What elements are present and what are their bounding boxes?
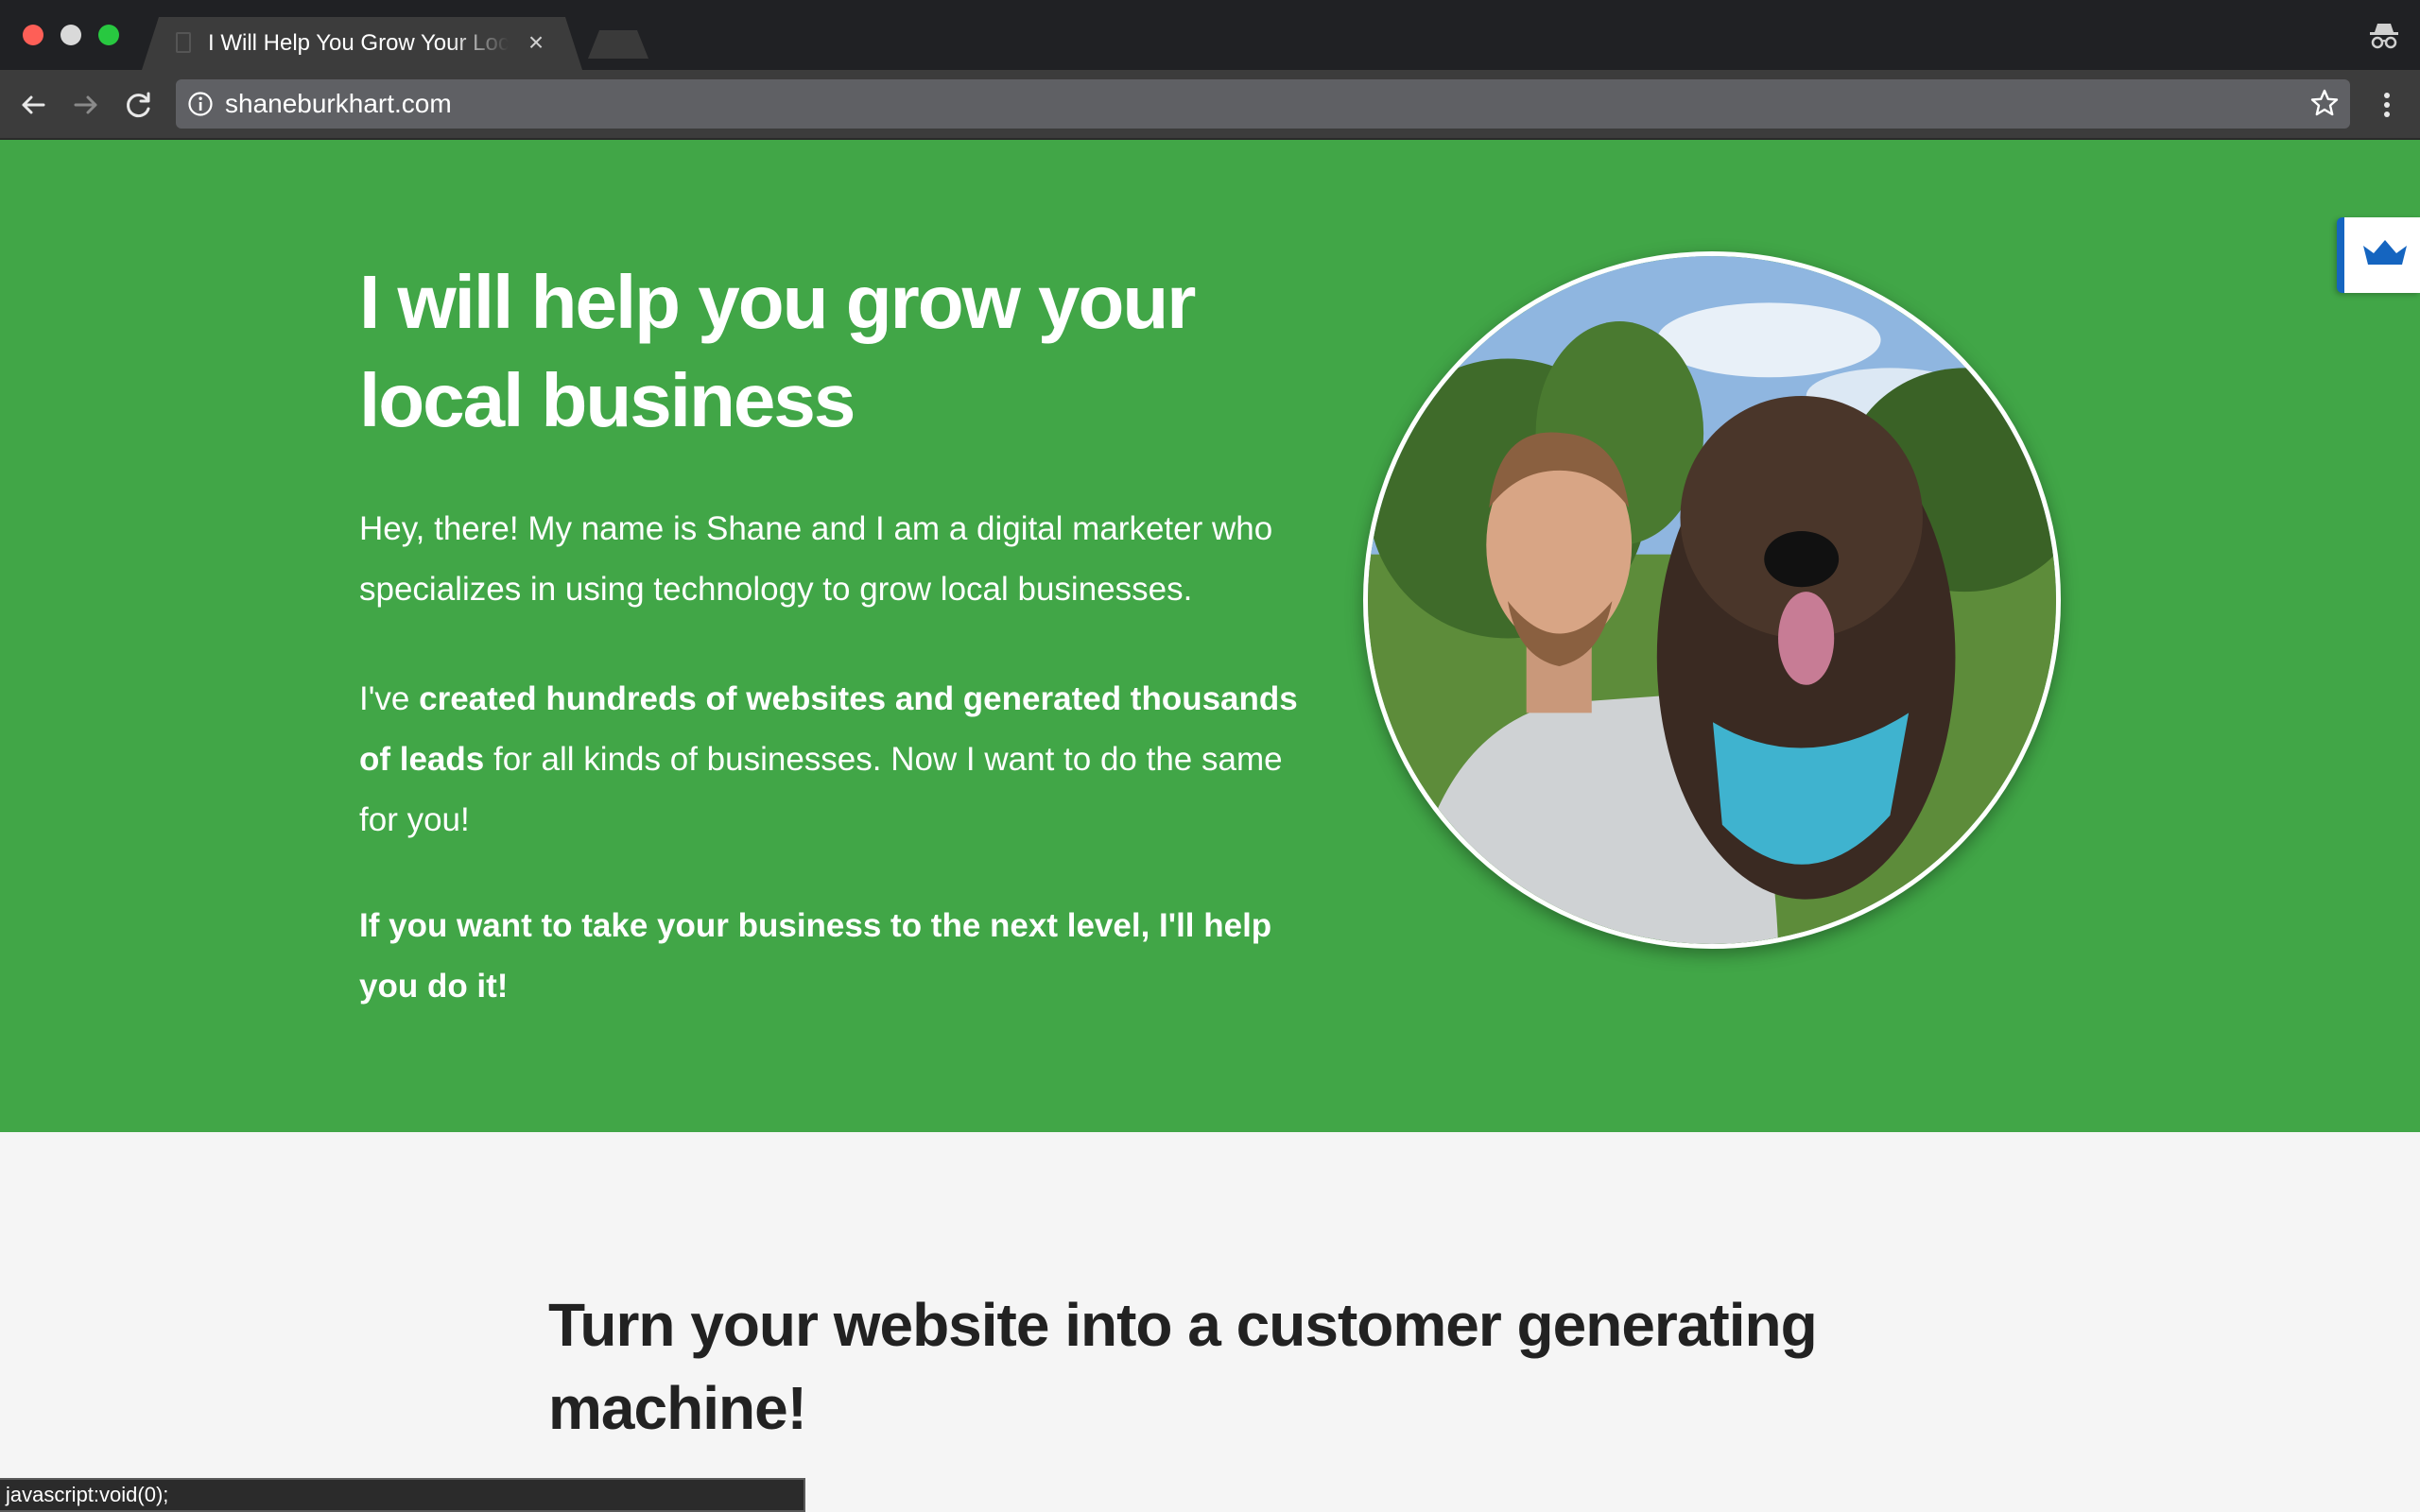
hero-cta-text: If you want to take your business to the… — [359, 907, 1272, 1005]
profile-photo — [1363, 251, 2061, 949]
hero-section: I will help you grow your local business… — [0, 140, 2420, 1132]
new-tab-button[interactable] — [588, 30, 648, 59]
browser-tab[interactable]: I Will Help You Grow Your Local Business… — [142, 17, 582, 70]
forward-arrow-icon[interactable] — [70, 89, 102, 121]
url-text[interactable]: shaneburkhart.com — [225, 90, 452, 118]
hero-title: I will help you grow your local business — [359, 253, 1305, 450]
hero-experience-pre: I've — [359, 680, 420, 717]
hero-experience: I've created hundreds of websites and ge… — [359, 669, 1305, 850]
info-icon[interactable] — [187, 91, 214, 117]
address-bar[interactable]: shaneburkhart.com — [176, 79, 2350, 129]
profile-photo-image — [1368, 256, 2056, 944]
hero-intro: Hey, there! My name is Shane and I am a … — [359, 510, 1273, 608]
hero-title-line2: local business — [359, 358, 856, 442]
crown-icon — [2363, 240, 2407, 265]
reload-icon[interactable] — [123, 89, 155, 121]
browser-toolbar: shaneburkhart.com — [0, 70, 2420, 140]
section-title: Turn your website into a customer genera… — [548, 1291, 1818, 1442]
close-window-button[interactable] — [23, 25, 43, 45]
link-status-bar: javascript:void(0); — [0, 1478, 805, 1512]
browser-titlebar: I Will Help You Grow Your Local Business… — [0, 0, 2420, 70]
page-favicon-icon — [176, 32, 191, 53]
hero-experience-post: for all kinds of businesses. Now I want … — [359, 741, 1283, 838]
minimize-window-button[interactable] — [60, 25, 81, 45]
menu-icon[interactable] — [2371, 89, 2403, 121]
maximize-window-button[interactable] — [98, 25, 119, 45]
back-arrow-icon[interactable] — [17, 89, 49, 121]
tab-close-button[interactable]: × — [524, 28, 548, 57]
incognito-icon — [2370, 24, 2398, 49]
hero-title-line1: I will help you grow your — [359, 260, 1196, 344]
star-icon[interactable] — [2308, 87, 2341, 119]
tab-title: I Will Help You Grow Your Local Business — [208, 30, 509, 56]
crown-widget-button[interactable] — [2337, 217, 2420, 293]
